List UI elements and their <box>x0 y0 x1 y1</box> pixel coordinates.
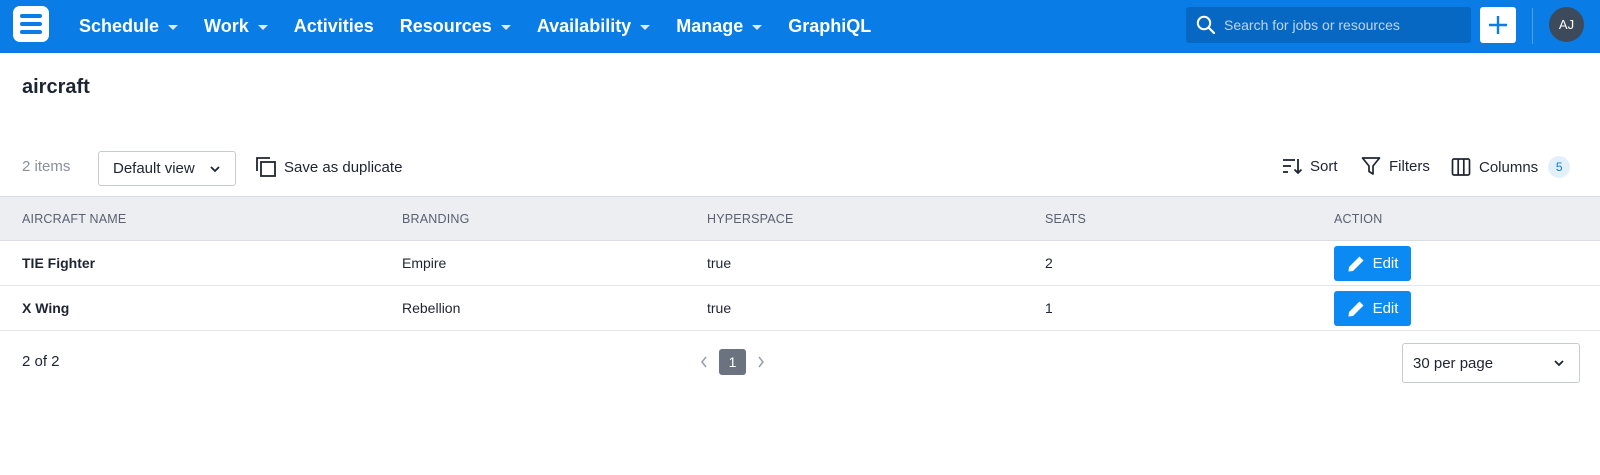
caret-down-icon <box>168 24 179 30</box>
filter-icon <box>1361 157 1381 175</box>
columns-icon <box>1451 158 1471 176</box>
edit-button-label: Edit <box>1372 300 1399 317</box>
cell-branding: Empire <box>402 255 447 271</box>
nav-item-manage[interactable]: Manage <box>663 0 775 53</box>
column-header-seats[interactable]: SEATS <box>1045 212 1086 226</box>
cell-aircraft-name: TIE Fighter <box>22 255 96 271</box>
edit-button[interactable]: Edit <box>1334 291 1411 326</box>
column-header-action: ACTION <box>1334 212 1383 226</box>
sort-icon <box>1283 159 1302 175</box>
table-header: AIRCRAFT NAME BRANDING HYPERSPACE SEATS … <box>0 196 1600 241</box>
caret-down-icon <box>500 24 511 30</box>
nav-item-label: Manage <box>676 16 744 36</box>
add-button[interactable] <box>1480 7 1516 43</box>
caret-down-icon <box>257 24 268 30</box>
main-nav: Schedule Work Activities Resources Avail… <box>66 0 884 53</box>
save-as-duplicate-button[interactable]: Save as duplicate <box>255 156 402 178</box>
nav-item-graphiql[interactable]: GraphiQL <box>775 0 884 53</box>
current-page[interactable]: 1 <box>719 349 746 375</box>
search-icon <box>1196 15 1216 35</box>
pagination: 1 <box>697 349 768 375</box>
app-logo[interactable] <box>13 6 49 42</box>
column-header-branding[interactable]: BRANDING <box>402 212 470 226</box>
search-input[interactable] <box>1224 7 1464 43</box>
cell-hyperspace: true <box>707 255 732 271</box>
avatar[interactable]: AJ <box>1549 7 1584 42</box>
view-select-value: Default view <box>113 160 195 177</box>
nav-item-resources[interactable]: Resources <box>387 0 524 53</box>
cell-seats: 2 <box>1045 255 1053 271</box>
table-row: X Wing Rebellion true 1 Edit <box>0 286 1600 331</box>
columns-label: Columns <box>1479 158 1539 176</box>
cell-hyperspace: true <box>707 300 732 316</box>
table-row: TIE Fighter Empire true 2 Edit <box>0 241 1600 286</box>
next-page-icon[interactable] <box>754 355 768 369</box>
save-as-duplicate-label: Save as duplicate <box>284 158 403 176</box>
page-title: aircraft <box>22 76 90 98</box>
nav-item-schedule[interactable]: Schedule <box>66 0 191 53</box>
per-page-value: 30 per page <box>1413 354 1494 372</box>
item-count: 2 items <box>22 158 71 175</box>
filters-label: Filters <box>1389 157 1430 175</box>
previous-page-icon[interactable] <box>697 355 711 369</box>
cell-branding: Rebellion <box>402 300 461 316</box>
nav-item-availability[interactable]: Availability <box>524 0 663 53</box>
caret-down-icon <box>640 24 651 30</box>
columns-count-badge: 5 <box>1548 156 1571 178</box>
global-search <box>1186 7 1471 43</box>
nav-item-label: Schedule <box>79 16 160 36</box>
sort-label: Sort <box>1310 157 1338 175</box>
edit-button[interactable]: Edit <box>1334 246 1411 281</box>
nav-item-activities[interactable]: Activities <box>281 0 387 53</box>
nav-item-label: GraphiQL <box>788 16 872 36</box>
top-nav-bar: Schedule Work Activities Resources Avail… <box>0 0 1600 53</box>
column-header-aircraft-name[interactable]: AIRCRAFT NAME <box>22 212 126 226</box>
caret-down-icon <box>752 24 763 30</box>
chevron-down-icon <box>210 166 220 173</box>
edit-button-label: Edit <box>1372 255 1399 272</box>
duplicate-icon <box>256 157 276 177</box>
sort-button[interactable]: Sort <box>1282 156 1338 176</box>
nav-item-label: Resources <box>399 16 492 36</box>
cell-seats: 1 <box>1045 300 1053 316</box>
chevron-down-icon <box>1554 360 1564 367</box>
nav-divider <box>1532 8 1533 44</box>
nav-item-label: Availability <box>536 16 632 36</box>
pagination-range: 2 of 2 <box>22 353 60 370</box>
columns-button[interactable]: Columns 5 <box>1451 156 1571 178</box>
pencil-icon <box>1348 256 1364 271</box>
column-header-hyperspace[interactable]: HYPERSPACE <box>707 212 794 226</box>
nav-item-label: Activities <box>293 16 374 36</box>
nav-item-work[interactable]: Work <box>191 0 281 53</box>
nav-item-label: Work <box>204 16 249 36</box>
filters-button[interactable]: Filters <box>1361 156 1430 176</box>
per-page-select[interactable]: 30 per page <box>1402 343 1580 383</box>
cell-aircraft-name: X Wing <box>22 300 70 316</box>
plus-icon <box>1489 16 1507 34</box>
pencil-icon <box>1348 301 1364 316</box>
view-select[interactable]: Default view <box>98 151 236 186</box>
